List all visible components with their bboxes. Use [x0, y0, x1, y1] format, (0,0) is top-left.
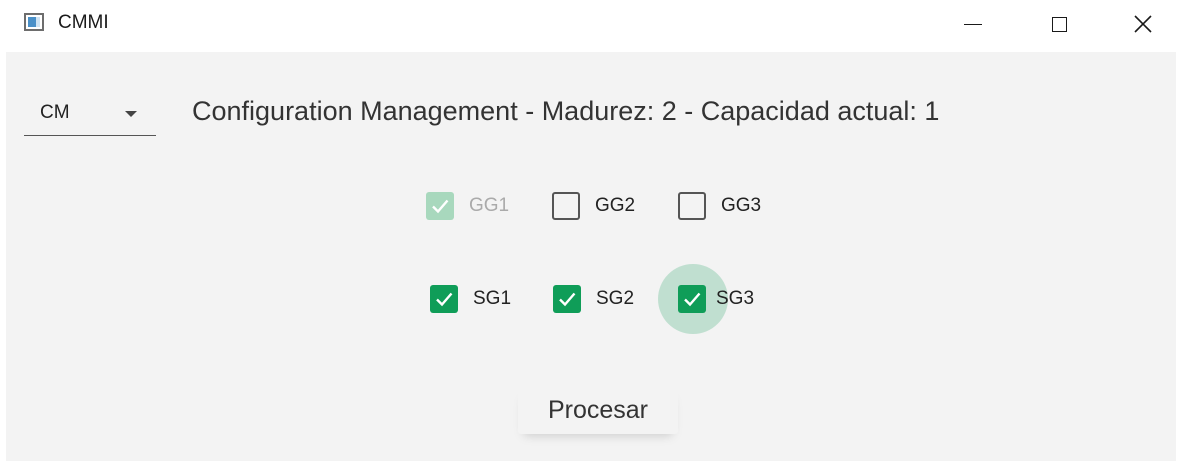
- checkmark-icon: [684, 292, 701, 307]
- process-button[interactable]: Procesar: [518, 386, 678, 434]
- checkmark-icon: [436, 292, 453, 307]
- checkbox-label: GG1: [469, 195, 510, 216]
- checkmark-icon: [559, 292, 576, 307]
- checkbox-box[interactable]: [552, 192, 580, 220]
- minimize-icon: [964, 23, 982, 25]
- close-button[interactable]: [1114, 0, 1172, 48]
- checkbox-gg2[interactable]: GG2: [552, 186, 635, 226]
- chevron-down-icon: [125, 111, 137, 117]
- process-area-summary: Configuration Management - Madurez: 2 - …: [192, 96, 940, 126]
- checkbox-label: SG2: [596, 288, 635, 309]
- window-title: CMMI: [58, 12, 109, 33]
- maximize-icon: [1051, 16, 1067, 32]
- checkbox-label: SG1: [473, 288, 512, 309]
- process-area-combobox[interactable]: CM: [24, 90, 156, 136]
- checkbox-label: GG2: [595, 195, 636, 216]
- close-icon: [1134, 15, 1152, 33]
- combobox-selected-value: CM: [40, 102, 70, 123]
- minimize-button[interactable]: [944, 0, 1002, 48]
- checkbox-gg3[interactable]: GG3: [678, 186, 761, 226]
- checkbox-box[interactable]: [678, 285, 706, 313]
- checkbox-box[interactable]: [678, 192, 706, 220]
- title-bar: CMMI: [0, 0, 1180, 52]
- checkbox-label: GG3: [721, 195, 762, 216]
- maximize-button[interactable]: [1030, 0, 1088, 48]
- checkbox-sg2[interactable]: SG2: [553, 279, 634, 319]
- checkbox-box[interactable]: [553, 285, 581, 313]
- checkbox-box: [426, 192, 454, 220]
- checkmark-icon: [432, 199, 449, 214]
- checkbox-gg1: GG1: [426, 186, 509, 226]
- checkbox-sg1[interactable]: SG1: [430, 279, 511, 319]
- checkbox-label: SG3: [716, 288, 755, 309]
- checkbox-box[interactable]: [430, 285, 458, 313]
- checkbox-sg3[interactable]: SG3: [678, 279, 754, 319]
- main-panel: CM Configuration Management - Madurez: 2…: [6, 52, 1176, 461]
- app-window-icon: [24, 13, 44, 31]
